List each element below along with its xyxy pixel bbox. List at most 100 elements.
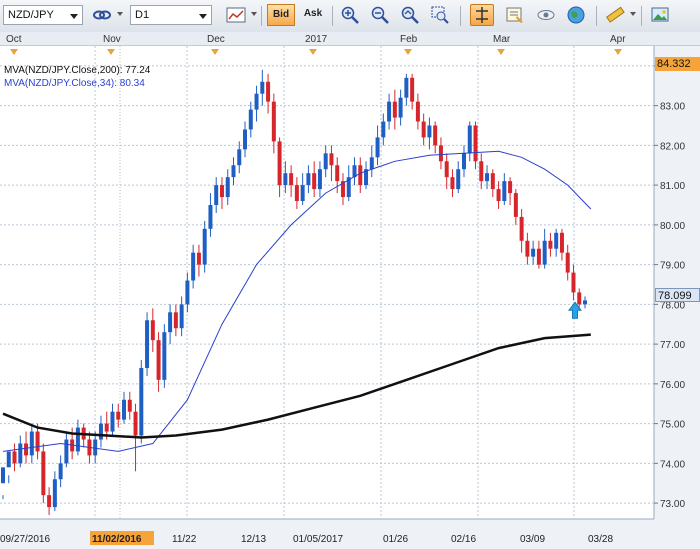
candle-body	[196, 252, 201, 265]
last-price-badge: 78.099	[655, 288, 700, 302]
save-image-icon[interactable]	[648, 4, 672, 26]
candle-body	[283, 173, 288, 186]
candle-body	[122, 399, 127, 420]
candle-body	[116, 411, 121, 420]
properties-icon[interactable]	[503, 4, 527, 26]
month-label: Mar	[493, 34, 511, 45]
zoom-select-icon[interactable]	[428, 4, 452, 26]
symbol-value: NZD/JPY	[8, 9, 54, 21]
candle-body	[12, 451, 17, 464]
candle-body	[294, 185, 299, 202]
candle-body	[392, 101, 397, 118]
eye-icon[interactable]	[534, 4, 558, 26]
y-tick-label: 77.00	[660, 340, 685, 351]
candle-body	[444, 161, 449, 178]
y-tick-label: 76.00	[660, 380, 685, 391]
candle-body	[433, 125, 438, 146]
candle-body	[173, 312, 178, 329]
candle-body	[329, 153, 334, 166]
candle-body	[41, 451, 46, 496]
candle-body	[254, 93, 259, 110]
y-tick-label: 80.00	[660, 221, 685, 232]
price-chart[interactable]: 84.0083.0082.0081.0080.0079.0078.0077.00…	[0, 32, 700, 549]
toolbar-separator	[641, 6, 642, 26]
chevron-down-icon[interactable]	[251, 12, 257, 16]
toolbar-separator	[261, 6, 262, 26]
candle-body	[127, 399, 132, 412]
candle-body	[565, 252, 570, 273]
x-tick-label: 01/05/2017	[293, 534, 343, 545]
x-tick-label: 11/02/2016	[92, 534, 142, 545]
y-tick-label: 82.00	[660, 141, 685, 152]
candlestick-chart-icon[interactable]	[224, 4, 248, 26]
candle-body	[421, 121, 426, 138]
symbol-select[interactable]: NZD/JPY	[3, 5, 83, 25]
candle-body	[98, 423, 103, 440]
candle-body	[35, 431, 40, 452]
ma200-legend: MVA(NZD/JPY.Close,200): 77.24	[4, 65, 151, 76]
month-label: Oct	[6, 34, 22, 45]
toolbar-separator	[596, 6, 597, 26]
candle-body	[473, 125, 478, 162]
candle-body	[479, 161, 484, 182]
candle-body	[219, 185, 224, 198]
candle-body	[427, 125, 432, 138]
candle-body	[548, 240, 553, 249]
candle-body	[52, 479, 57, 508]
timeframe-value: D1	[135, 9, 150, 21]
bid-button[interactable]: Bid	[267, 4, 295, 26]
candle-body	[214, 185, 219, 205]
x-tick-label: 03/28	[588, 534, 613, 545]
y-tick-label: 81.00	[660, 181, 685, 192]
candle-body	[502, 181, 507, 202]
candle-body	[75, 427, 80, 452]
chevron-down-icon[interactable]	[630, 12, 636, 16]
x-tick-label: 01/26	[383, 534, 408, 545]
y-tick-label: 74.00	[660, 459, 685, 470]
candle-body	[300, 185, 305, 202]
candle-body	[456, 169, 461, 190]
candle-body	[404, 77, 409, 98]
month-label: 2017	[305, 34, 328, 45]
candle-body	[387, 101, 392, 122]
chevron-down-icon	[199, 14, 207, 19]
x-tick-label: 12/13	[241, 534, 266, 545]
candle-body	[168, 312, 173, 333]
month-label: Dec	[207, 34, 225, 45]
candle-body	[583, 300, 587, 305]
candle-body	[185, 280, 190, 305]
toolbar: NZD/JPY D1 Bid Ask	[0, 0, 700, 33]
candle-body	[375, 137, 380, 158]
x-tick-label: 09/27/2016	[0, 534, 50, 545]
chevron-down-icon[interactable]	[117, 12, 123, 16]
candle-body	[248, 109, 253, 130]
candle-body	[29, 431, 34, 456]
candle-body	[6, 451, 11, 468]
globe-icon[interactable]	[564, 4, 588, 26]
ruler-icon[interactable]	[603, 4, 627, 26]
candle-body	[519, 216, 524, 241]
ma34-legend: MVA(NZD/JPY.Close,34): 80.34	[4, 78, 145, 89]
candle-body	[415, 101, 420, 122]
high-price-badge: 84.332	[655, 57, 700, 71]
crosshair-icon[interactable]	[470, 4, 494, 26]
link-icon[interactable]	[90, 4, 114, 26]
zoom-out-icon[interactable]	[368, 4, 392, 26]
zoom-in-icon[interactable]	[338, 4, 362, 26]
candle-body	[577, 292, 582, 305]
toolbar-separator	[332, 6, 333, 26]
candle-body	[266, 81, 271, 102]
candle-body	[18, 443, 23, 464]
candle-body	[542, 240, 547, 265]
candle-body	[398, 97, 403, 118]
ask-button[interactable]: Ask	[299, 4, 327, 26]
candle-body	[208, 204, 213, 229]
candle-body	[64, 439, 69, 464]
y-tick-label: 75.00	[660, 420, 685, 431]
y-tick-label: 79.00	[660, 261, 685, 272]
candle-body	[306, 173, 311, 186]
candle-body	[536, 248, 541, 265]
timeframe-select[interactable]: D1	[130, 5, 212, 25]
candle-body	[369, 157, 374, 170]
zoom-fit-icon[interactable]	[398, 4, 422, 26]
